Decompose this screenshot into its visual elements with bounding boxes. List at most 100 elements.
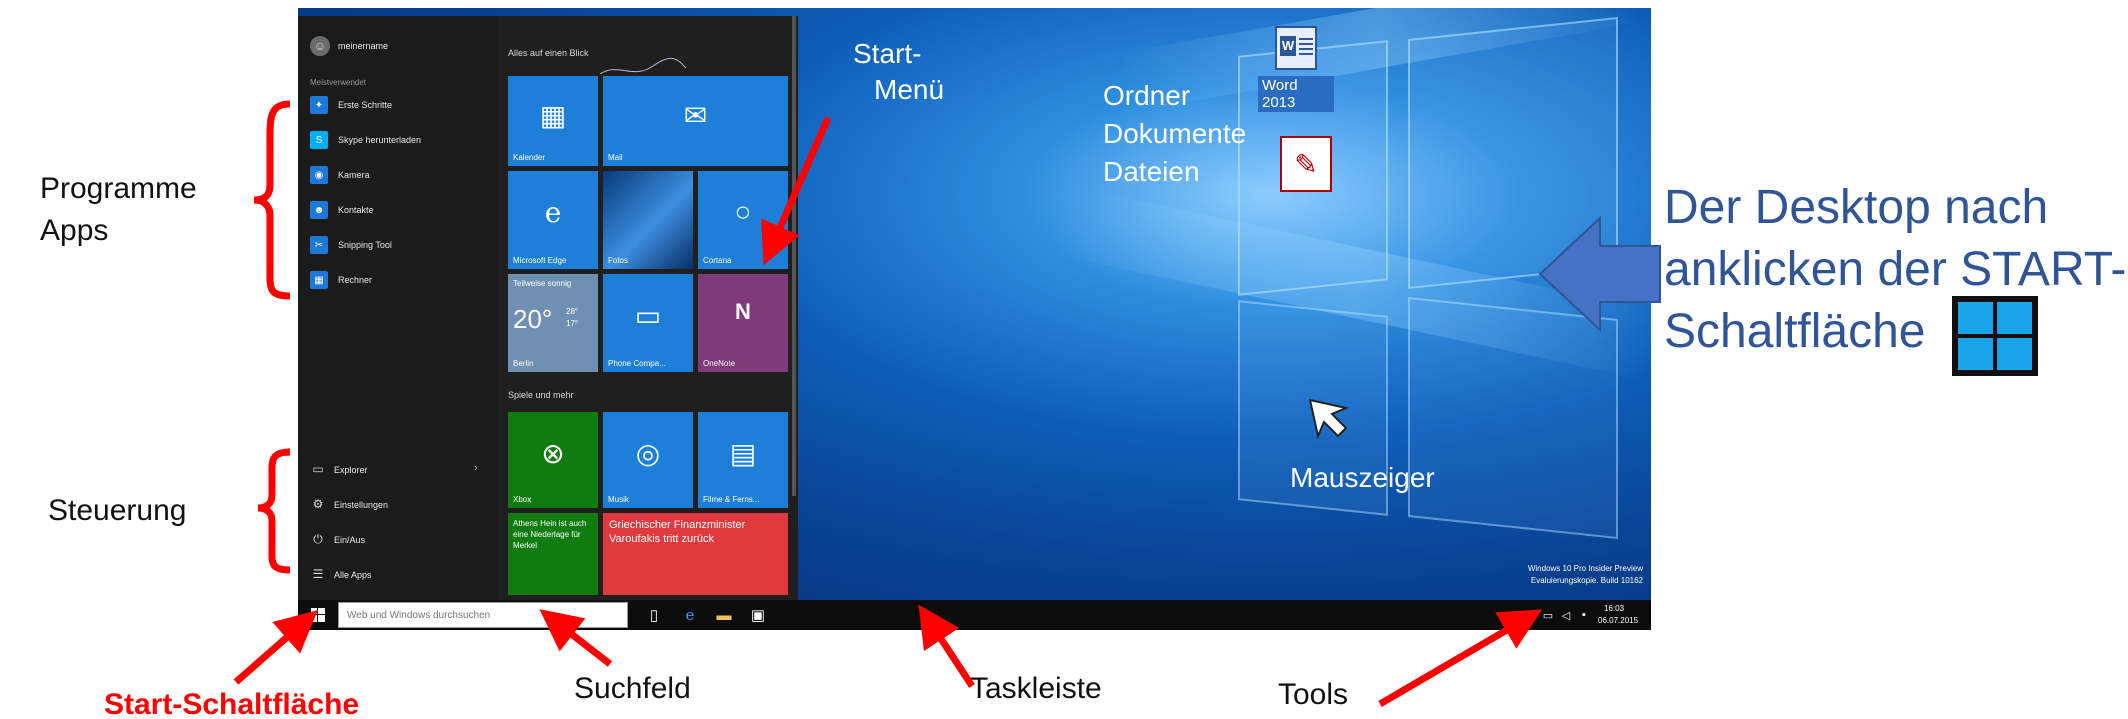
most-used-header: Meistverwendet (310, 78, 367, 87)
cortana-icon: ○ (734, 196, 752, 228)
app-item-rechner[interactable]: Rechner (338, 275, 372, 285)
start-menu-label-line1: Start- (853, 38, 922, 69)
tile-phone-companion[interactable]: ▭ Phone Compa... (603, 274, 693, 372)
tile-news-red[interactable]: Griechischer Finanzminister Varoufakis t… (603, 513, 788, 595)
tile-musik[interactable]: ◎ Musik (603, 412, 693, 508)
word-2013-desktop-icon[interactable]: W Word 2013 (1258, 22, 1334, 116)
calculator-icon: ▦ (310, 271, 328, 289)
word-document-icon: W (1275, 26, 1317, 70)
control-einstellungen[interactable]: Einstellungen (334, 500, 388, 510)
apps-label-line2: Apps (40, 214, 109, 247)
windows-logo-pane (1408, 296, 1618, 540)
start-menu: ☺ meinername Meistverwendet ✦ Erste Schr… (298, 16, 798, 601)
control-alle-apps[interactable]: Alle Apps (334, 570, 372, 580)
weather-condition: Teilweise sonnig (513, 279, 572, 288)
news-headline: Athens Hein ist auch eine Niederlage für… (513, 519, 587, 550)
ordner-label-line1: Ordner (1103, 80, 1191, 111)
film-icon: ▤ (729, 437, 757, 469)
tile-fotos[interactable]: Fotos (603, 171, 693, 269)
control-explorer[interactable]: Explorer (334, 465, 368, 475)
windows-logo-pane (1408, 16, 1618, 290)
steuerung-label: Steuerung (48, 494, 187, 527)
edge-icon: e (544, 196, 562, 230)
folder-icon: ▭ (312, 462, 324, 476)
pdf-shortcut-desktop-icon[interactable]: ✎ (1280, 136, 1332, 192)
search-input[interactable]: Web und Windows durchsuchen (338, 602, 628, 628)
app-item-snipping-tool[interactable]: Snipping Tool (338, 240, 392, 250)
tile-label: Filme & Ferns... (703, 495, 760, 504)
tile-label: Fotos (608, 256, 629, 265)
calendar-icon: ▦ (539, 100, 567, 132)
tile-weather[interactable]: Teilweise sonnig 20° 28° 17° Berlin (508, 274, 598, 372)
phone-companion-icon: ▭ (634, 300, 662, 332)
start-schaltflaeche-label: Start-Schaltfläche (104, 688, 360, 719)
xbox-icon: ⊗ (541, 437, 565, 469)
notifications-icon[interactable]: ▪ (1574, 605, 1594, 625)
ordner-label-line2: Dokumente (1103, 118, 1247, 149)
news-headline: Griechischer Finanzminister Varoufakis t… (609, 519, 746, 545)
tile-xbox[interactable]: ⊗ Xbox (508, 412, 598, 508)
taskleiste-label: Taskleiste (970, 672, 1102, 705)
onenote-icon: N (735, 299, 751, 325)
app-item-skype[interactable]: Skype herunterladen (338, 135, 421, 145)
tile-onenote[interactable]: N OneNote (698, 274, 788, 372)
control-ein-aus[interactable]: Ein/Aus (334, 535, 365, 545)
build-watermark-line1: Windows 10 Pro Insider Preview (1527, 564, 1643, 573)
windows-start-button-icon (1952, 296, 2038, 376)
tile-label: Musik (608, 495, 629, 504)
tile-label: Microsoft Edge (513, 256, 567, 265)
user-avatar-icon[interactable]: ☺ (310, 36, 330, 56)
slide-canvas: W Word 2013 ✎ Windows 10 Pro Insider Pre… (0, 0, 2128, 719)
clock-date[interactable]: 06.07.2015 (1598, 616, 1638, 625)
user-name[interactable]: meinername (338, 41, 388, 51)
scissors-icon: ✂ (310, 236, 328, 254)
tile-group-header-1: Alles auf einen Blick (508, 48, 589, 58)
tile-group-header-2: Spiele und mehr (508, 390, 574, 400)
arrow-start-button (233, 610, 318, 685)
app-item-kontakte[interactable]: Kontakte (338, 205, 374, 215)
windows-start-icon[interactable] (308, 605, 328, 625)
file-explorer-icon[interactable]: ▬ (714, 605, 734, 625)
app-item-erste-schritte[interactable]: Erste Schritte (338, 100, 392, 110)
list-icon: ☰ (312, 567, 324, 581)
arrow-tools (1378, 609, 1543, 708)
tile-microsoft-edge[interactable]: e Microsoft Edge (508, 171, 598, 269)
desktop-caption-line1: Der Desktop nach (1664, 181, 2049, 234)
contacts-icon: ☻ (310, 201, 328, 219)
task-view-icon[interactable]: ▯ (644, 605, 664, 625)
build-watermark-line2: Evaluierungskopie. Build 10162 (1530, 576, 1643, 585)
start-menu-scrollbar[interactable] (792, 16, 796, 496)
tile-label: OneNote (703, 359, 736, 368)
start-menu-label-line2: Menü (874, 74, 945, 105)
weather-low: 17° (566, 319, 579, 328)
network-icon[interactable]: ▭ (1538, 605, 1558, 625)
desktop-caption-line3: Schaltfläche (1664, 305, 1926, 358)
skype-icon: S (310, 131, 328, 149)
edge-taskbar-icon[interactable]: e (680, 605, 700, 625)
programme-label-line1: Programme (40, 172, 197, 205)
taskbar: Web und Windows durchsuchen ▯ e ▬ ▣ ^ ▭ … (298, 600, 1651, 630)
word-2013-label: Word 2013 (1258, 76, 1334, 112)
tile-filme[interactable]: ▤ Filme & Ferns... (698, 412, 788, 508)
power-icon: ⏻ (313, 531, 323, 546)
chevron-right-icon[interactable]: › (474, 462, 478, 474)
volume-icon[interactable]: ◁ (1556, 605, 1576, 625)
tile-mail[interactable]: ✉ Mail (603, 76, 788, 166)
tile-label: Phone Compa... (608, 359, 666, 368)
search-placeholder: Web und Windows durchsuchen (347, 610, 491, 621)
store-icon[interactable]: ▣ (748, 605, 768, 625)
ordner-label-line3: Dateien (1103, 156, 1200, 187)
suchfeld-label: Suchfeld (574, 672, 691, 705)
tile-news-green[interactable]: Athens Hein ist auch eine Niederlage für… (508, 513, 598, 595)
clock-time[interactable]: 16:03 (1604, 604, 1624, 613)
tile-kalender[interactable]: ▦ Kalender (508, 76, 598, 166)
lightbulb-icon: ✦ (310, 96, 328, 114)
tile-label: Berlin (513, 359, 534, 368)
camera-icon: ◉ (310, 166, 328, 184)
gear-icon: ⚙ (312, 497, 324, 511)
tile-label: Kalender (513, 153, 546, 162)
tile-cortana[interactable]: ○ Cortana (698, 171, 788, 269)
app-item-kamera[interactable]: Kamera (338, 170, 370, 180)
mail-icon: ✉ (683, 100, 708, 132)
desktop-caption-line2: anklicken der START- (1664, 243, 2127, 296)
